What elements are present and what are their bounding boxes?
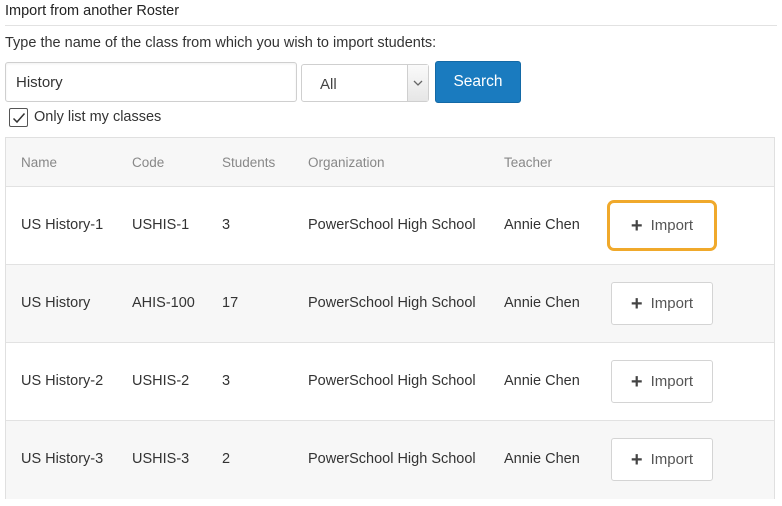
plus-icon: + bbox=[630, 292, 643, 315]
cell-students: 3 bbox=[222, 217, 231, 233]
cell-teacher: Annie Chen bbox=[504, 373, 580, 389]
plus-icon: + bbox=[630, 370, 643, 393]
cell-teacher: Annie Chen bbox=[504, 451, 580, 467]
table-row: US History-2 USHIS-2 3 PowerSchool High … bbox=[6, 343, 774, 421]
import-button[interactable]: + Import bbox=[611, 360, 713, 403]
column-header-code: Code bbox=[132, 155, 165, 170]
table-header: Name Code Students Organization Teacher bbox=[6, 138, 774, 187]
title-divider bbox=[5, 25, 777, 26]
table-row: US History-3 USHIS-3 2 PowerSchool High … bbox=[6, 421, 774, 499]
import-button[interactable]: + Import bbox=[607, 200, 717, 251]
page-title: Import from another Roster bbox=[5, 3, 180, 19]
plus-icon: + bbox=[630, 214, 643, 237]
cell-code: AHIS-100 bbox=[132, 295, 195, 311]
cell-organization: PowerSchool High School bbox=[308, 295, 476, 311]
filter-select[interactable]: All bbox=[301, 64, 429, 102]
cell-name: US History-2 bbox=[21, 373, 104, 389]
column-header-teacher: Teacher bbox=[504, 155, 553, 170]
column-header-students: Students bbox=[222, 155, 276, 170]
plus-icon: + bbox=[630, 448, 643, 471]
search-button[interactable]: Search bbox=[435, 61, 521, 103]
cell-name: US History bbox=[21, 295, 91, 311]
search-instruction: Type the name of the class from which yo… bbox=[5, 35, 437, 51]
cell-organization: PowerSchool High School bbox=[308, 451, 476, 467]
cell-students: 3 bbox=[222, 373, 231, 389]
cell-teacher: Annie Chen bbox=[504, 217, 580, 233]
table-row: US History AHIS-100 17 PowerSchool High … bbox=[6, 265, 774, 343]
cell-name: US History-3 bbox=[21, 451, 104, 467]
import-button-label: Import bbox=[650, 451, 694, 468]
import-button[interactable]: + Import bbox=[611, 438, 713, 481]
class-search-input[interactable] bbox=[5, 62, 297, 102]
column-header-organization: Organization bbox=[308, 155, 385, 170]
import-button-label: Import bbox=[650, 373, 694, 390]
cell-organization: PowerSchool High School bbox=[308, 373, 476, 389]
cell-code: USHIS-1 bbox=[132, 217, 190, 233]
filter-select-value: All bbox=[320, 76, 337, 93]
import-button[interactable]: + Import bbox=[611, 282, 713, 325]
column-header-name: Name bbox=[21, 155, 58, 170]
chevron-down-icon[interactable] bbox=[407, 65, 428, 101]
cell-students: 2 bbox=[222, 451, 231, 467]
cell-teacher: Annie Chen bbox=[504, 295, 580, 311]
cell-name: US History-1 bbox=[21, 217, 104, 233]
cell-organization: PowerSchool High School bbox=[308, 217, 476, 233]
checkmark-icon bbox=[12, 112, 25, 123]
cell-students: 17 bbox=[222, 295, 239, 311]
roster-table: Name Code Students Organization Teacher … bbox=[5, 137, 775, 499]
cell-code: USHIS-3 bbox=[132, 451, 190, 467]
import-button-label: Import bbox=[650, 217, 694, 234]
only-my-classes-label: Only list my classes bbox=[34, 109, 162, 125]
cell-code: USHIS-2 bbox=[132, 373, 190, 389]
only-my-classes-checkbox[interactable] bbox=[9, 108, 28, 127]
table-row: US History-1 USHIS-1 3 PowerSchool High … bbox=[6, 187, 774, 265]
import-button-label: Import bbox=[650, 295, 694, 312]
